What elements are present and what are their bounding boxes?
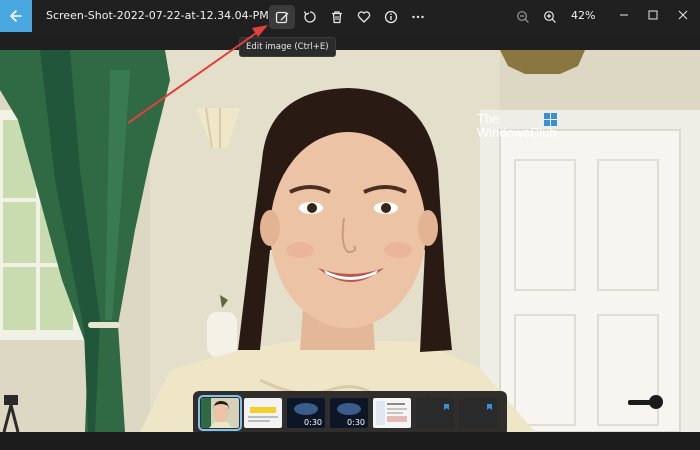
thumbnail-6[interactable]: [459, 398, 497, 428]
video-duration: 0:30: [347, 418, 365, 427]
heart-icon: [357, 11, 371, 23]
photo-canvas: [0, 50, 700, 432]
more-icon: [412, 15, 424, 19]
trash-icon: [332, 11, 342, 24]
zoom-out-icon: [517, 11, 529, 23]
favorite-button[interactable]: [351, 5, 377, 29]
rotate-icon: [303, 11, 316, 23]
rotate-button[interactable]: [297, 5, 323, 29]
close-button[interactable]: [666, 0, 700, 30]
edit-image-icon: [275, 11, 289, 24]
thumbnail-image: [244, 398, 282, 428]
thumbnail-2[interactable]: 0:30: [287, 398, 325, 428]
thumbnail-image: [416, 398, 454, 428]
delete-button[interactable]: [324, 5, 350, 29]
filmstrip: 0:30 0:30: [193, 391, 507, 436]
arrow-left-icon: [10, 10, 22, 22]
info-icon: [384, 10, 398, 24]
edit-image-button[interactable]: [269, 5, 295, 29]
zoom-in-button[interactable]: [537, 5, 563, 29]
maximize-button[interactable]: [636, 0, 670, 30]
photo-image: [0, 50, 700, 432]
edit-image-tooltip: Edit image (Ctrl+E): [239, 37, 336, 57]
video-duration: 0:30: [304, 418, 322, 427]
thumbnail-image: [373, 398, 411, 428]
bottom-bar: [0, 432, 700, 450]
zoom-out-button[interactable]: [510, 5, 536, 29]
thumbnail-image: [459, 398, 497, 428]
thumbnail-0[interactable]: [198, 395, 242, 431]
maximize-icon: [648, 10, 658, 20]
close-icon: [678, 10, 688, 20]
zoom-level[interactable]: 42%: [571, 9, 595, 22]
thumbnail-3[interactable]: 0:30: [330, 398, 368, 428]
thumbnail-5[interactable]: [416, 398, 454, 428]
file-info-button[interactable]: [378, 5, 404, 29]
more-button[interactable]: [405, 5, 431, 29]
watermark-line2: WindowsClub: [477, 125, 557, 140]
windows-logo-icon: [544, 113, 557, 126]
title-bar: Screen-Shot-2022-07-22-at-12.34.04-PM.jp…: [0, 0, 700, 36]
thumbnail-1[interactable]: [244, 398, 282, 428]
minimize-icon: [620, 14, 628, 16]
zoom-in-icon: [544, 11, 556, 23]
thumbnail-4[interactable]: [373, 398, 411, 428]
thumbnail-image: [201, 398, 239, 428]
back-button[interactable]: [0, 0, 32, 32]
file-name: Screen-Shot-2022-07-22-at-12.34.04-PM.jp…: [46, 9, 290, 22]
